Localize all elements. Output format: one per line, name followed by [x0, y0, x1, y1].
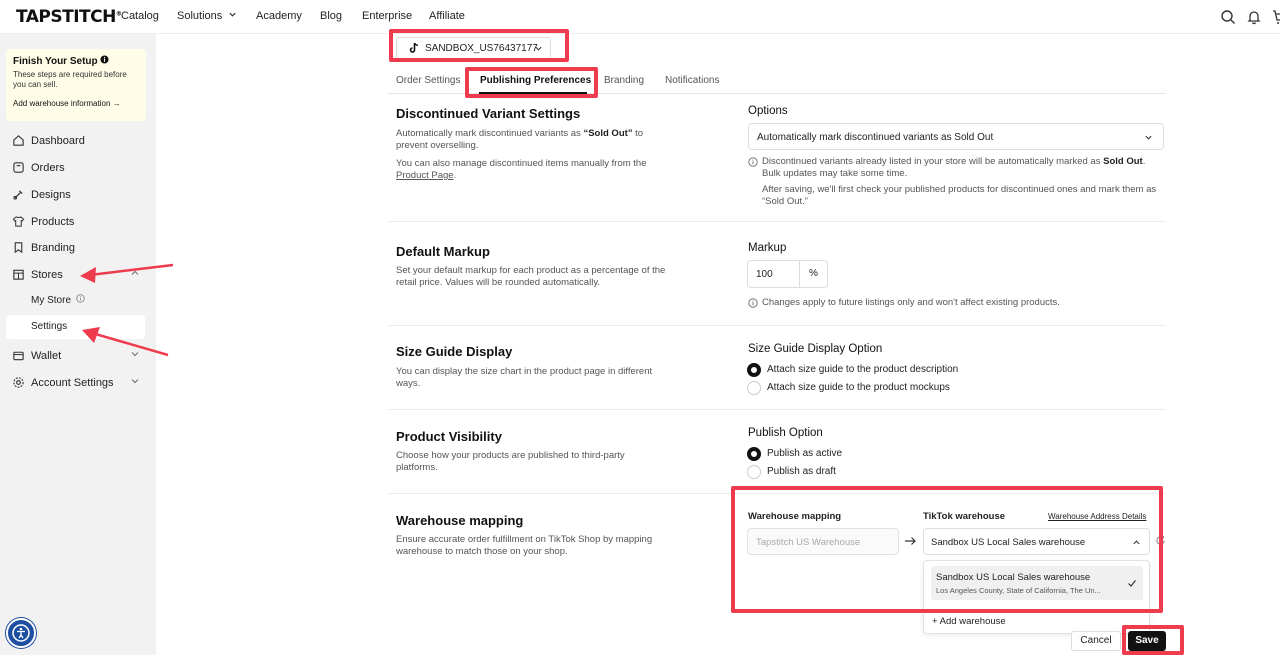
cancel-button[interactable]: Cancel [1071, 631, 1121, 651]
sidebar-item-settings[interactable]: Settings [6, 315, 145, 339]
highlight-warehouse-mapping [731, 486, 1163, 613]
section-title-markup: Default Markup [396, 244, 490, 259]
markup-note: Changes apply to future listings only an… [748, 297, 1158, 309]
tab-notifications[interactable]: Notifications [665, 75, 719, 86]
section-title-warehouse: Warehouse mapping [396, 513, 524, 528]
tapstitch-logo[interactable]: TAPSTITCH® [16, 7, 122, 27]
top-nav: TAPSTITCH® Catalog Solutions Academy Blo… [0, 0, 1280, 34]
sidebar-item-branding[interactable]: Branding [0, 237, 156, 259]
bookmark-icon [14, 242, 23, 254]
highlight-save-button [1122, 625, 1184, 655]
nav-catalog[interactable]: Catalog [121, 10, 159, 22]
section-desc-discontinued: Automatically mark discontinued variants… [396, 128, 644, 151]
highlight-publishing-tab [465, 67, 598, 98]
accessibility-button[interactable] [6, 618, 36, 648]
chevron-down-icon [131, 352, 139, 357]
add-warehouse-link[interactable]: Add warehouse information → [13, 99, 139, 108]
chevron-down-icon [229, 12, 236, 17]
chevron-up-icon [131, 270, 139, 275]
cart-icon[interactable] [1272, 9, 1280, 25]
info-filled-icon [100, 55, 109, 64]
accessibility-icon [12, 624, 30, 642]
tab-branding[interactable]: Branding [604, 75, 644, 86]
sidebar-item-account-settings[interactable]: Account Settings [0, 372, 156, 394]
nav-blog[interactable]: Blog [320, 10, 342, 22]
section-divider [388, 221, 1166, 222]
section-desc-discontinued-2: You can also manage discontinued items m… [396, 158, 647, 181]
tab-order-settings[interactable]: Order Settings [396, 75, 460, 86]
tshirt-icon [12, 216, 25, 227]
options-label: Options [748, 105, 788, 117]
section-divider [388, 409, 1166, 410]
section-desc-visibility: Choose how your products are published t… [396, 450, 625, 473]
markup-input[interactable]: 100 % [747, 260, 828, 288]
gear-icon [13, 377, 24, 388]
chevron-down-icon [131, 379, 139, 384]
sidebar-item-orders[interactable]: Orders [0, 157, 156, 179]
setup-title: Finish Your Setup [13, 55, 139, 67]
sidebar-item-designs[interactable]: Designs [0, 184, 156, 206]
nav-affiliate[interactable]: Affiliate [429, 10, 465, 22]
store-icon [13, 269, 24, 280]
search-icon[interactable] [1220, 9, 1236, 25]
size-guide-label: Size Guide Display Option [748, 343, 883, 355]
section-title-size-guide: Size Guide Display [396, 344, 513, 359]
highlight-store-select [389, 29, 569, 62]
bell-icon[interactable] [1246, 9, 1262, 25]
section-desc-markup: Set your default markup for each product… [396, 265, 666, 288]
sidebar-item-stores[interactable]: Stores [0, 264, 156, 286]
section-title-visibility: Product Visibility [396, 429, 502, 444]
discontinued-note: Discontinued variants already listed in … [748, 156, 1158, 208]
sidebar-item-wallet[interactable]: Wallet [0, 345, 156, 367]
section-divider [388, 325, 1166, 326]
discontinued-option-select[interactable]: Automatically mark discontinued variants… [748, 123, 1164, 150]
orders-icon [13, 162, 24, 173]
chevron-down-icon [1145, 135, 1152, 140]
sidebar-item-dashboard[interactable]: Dashboard [0, 130, 156, 152]
publish-option-label: Publish Option [748, 427, 823, 439]
nav-solutions[interactable]: Solutions [177, 10, 237, 22]
setup-card: Finish Your Setup These steps are requir… [6, 49, 146, 121]
nav-academy[interactable]: Academy [256, 10, 302, 22]
setup-desc: These steps are required before you can … [13, 70, 127, 89]
nav-enterprise[interactable]: Enterprise [362, 10, 412, 22]
markup-label: Markup [748, 242, 787, 254]
section-desc-warehouse: Ensure accurate order fulfillment on Tik… [396, 534, 653, 557]
info-icon [76, 294, 85, 303]
section-title-discontinued: Discontinued Variant Settings [396, 106, 581, 121]
product-page-link[interactable]: Product Page [396, 170, 454, 181]
sidebar-item-products[interactable]: Products [0, 211, 156, 233]
sidebar: Finish Your Setup These steps are requir… [0, 34, 156, 655]
add-warehouse-button[interactable]: + Add warehouse [932, 616, 1006, 627]
wallet-icon [13, 351, 24, 361]
brush-icon [13, 190, 23, 200]
info-icon [748, 298, 758, 308]
info-icon [748, 157, 758, 167]
home-icon [13, 135, 24, 146]
sidebar-item-my-store[interactable]: My Store [6, 288, 145, 312]
section-desc-size-guide: You can display the size chart in the pr… [396, 366, 653, 389]
